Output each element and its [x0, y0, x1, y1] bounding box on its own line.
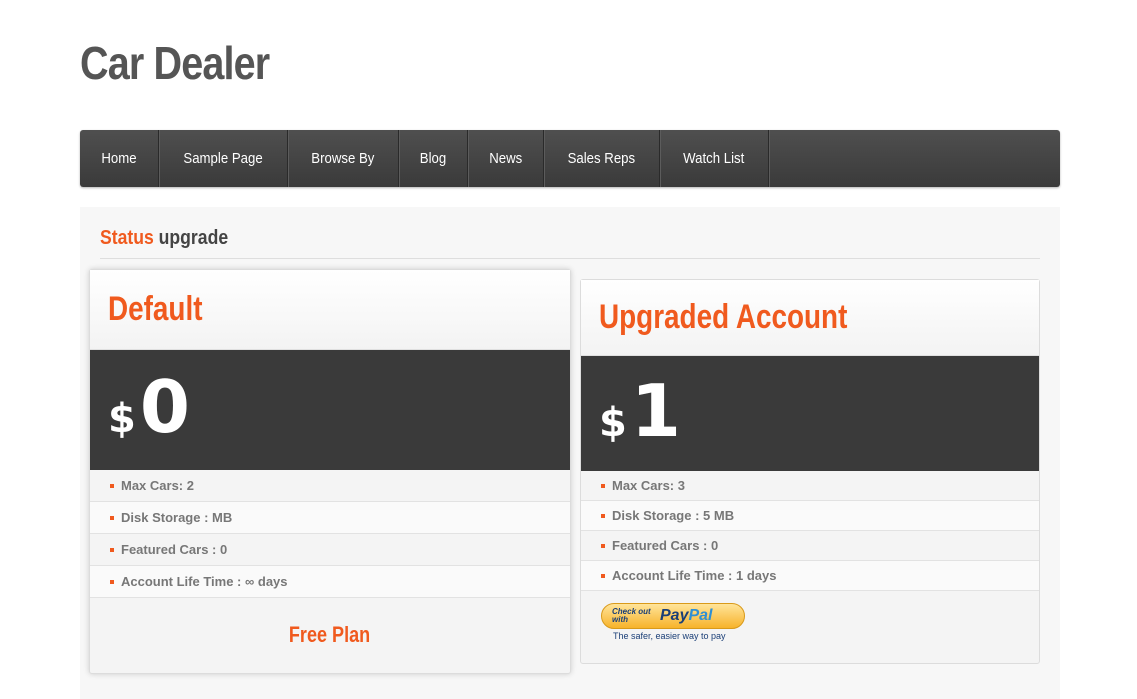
bullet-icon [601, 543, 605, 548]
plan-footer: Free Plan [90, 598, 570, 672]
nav-item-news[interactable]: News [468, 130, 545, 187]
plan-header: Default [90, 270, 570, 350]
site-title[interactable]: Car Dealer [80, 36, 270, 90]
paypal-checkout-button[interactable]: Check out with PayPal The safer, easier … [601, 603, 745, 641]
plan-header: Upgraded Account [581, 280, 1039, 356]
bullet-icon [110, 483, 114, 488]
feature-text: Account Life Time : ∞ days [121, 574, 288, 589]
feature-text: Account Life Time : 1 days [612, 568, 777, 583]
paypal-pill: Check out with PayPal [601, 603, 745, 629]
nav-item-label: Browse By [311, 150, 375, 167]
section-divider [100, 258, 1040, 259]
bullet-icon [110, 579, 114, 584]
feature-item: Account Life Time : 1 days [581, 561, 1039, 591]
nav-item-label: Sales Reps [567, 150, 636, 167]
paypal-logo-pay: Pay [660, 607, 689, 624]
nav-item-browse-by[interactable]: Browse By [288, 130, 399, 187]
paypal-checkout-text: Check out with [612, 607, 651, 624]
price-amount: 0 [139, 365, 190, 449]
nav-item-label: Watch List [683, 150, 745, 167]
plan-card-upgraded: Upgraded Account $ 1 Max Cars: 3 Disk St… [580, 279, 1040, 664]
bullet-icon [601, 573, 605, 578]
feature-text: Disk Storage : MB [121, 510, 233, 525]
feature-list: Max Cars: 2 Disk Storage : MB Featured C… [90, 470, 570, 598]
feature-text: Max Cars: 3 [612, 478, 685, 493]
free-plan-label: Free Plan [289, 622, 371, 647]
nav-item-blog[interactable]: Blog [399, 130, 468, 187]
feature-item: Disk Storage : MB [90, 502, 570, 534]
feature-text: Featured Cars : 0 [121, 542, 228, 557]
plan-price: $ 0 [90, 350, 570, 470]
paypal-logo-pal: Pal [688, 607, 713, 624]
plan-footer: Check out with PayPal The safer, easier … [581, 591, 1039, 661]
plan-price: $ 1 [581, 356, 1039, 471]
nav-item-label: Blog [419, 150, 447, 167]
feature-item: Max Cars: 3 [581, 471, 1039, 501]
main-navigation: Home Sample Page Browse By Blog News Sal… [80, 130, 1060, 187]
feature-item: Featured Cars : 0 [90, 534, 570, 566]
section-title: Status upgrade [100, 227, 246, 250]
nav-item-sample-page[interactable]: Sample Page [159, 130, 289, 187]
plan-name: Upgraded Account [599, 298, 848, 336]
nav-item-home[interactable]: Home [80, 130, 160, 187]
feature-text: Max Cars: 2 [121, 478, 194, 493]
nav-item-label: Home [101, 150, 137, 167]
bullet-icon [110, 547, 114, 552]
section-title-accent: Status [100, 227, 154, 249]
section-title-rest: upgrade [158, 227, 229, 249]
content-area: Status upgrade Default $ 0 Max Cars: 2 D… [80, 207, 1060, 699]
bullet-icon [601, 513, 605, 518]
paypal-logo: PayPal [660, 607, 712, 625]
currency-symbol: $ [599, 399, 627, 446]
feature-text: Featured Cars : 0 [612, 538, 719, 553]
bullet-icon [601, 483, 605, 488]
nav-item-label: Sample Page [183, 150, 263, 167]
nav-item-watch-list[interactable]: Watch List [660, 130, 769, 187]
bullet-icon [110, 515, 114, 520]
price-amount: 1 [630, 368, 681, 453]
nav-item-sales-reps[interactable]: Sales Reps [544, 130, 661, 187]
plan-card-default: Default $ 0 Max Cars: 2 Disk Storage : M… [89, 269, 571, 674]
plan-name: Default [108, 290, 203, 328]
feature-item: Disk Storage : 5 MB [581, 501, 1039, 531]
feature-text: Disk Storage : 5 MB [612, 508, 735, 523]
feature-item: Account Life Time : ∞ days [90, 566, 570, 598]
feature-item: Max Cars: 2 [90, 470, 570, 502]
paypal-tagline: The safer, easier way to pay [613, 631, 726, 641]
nav-item-label: News [489, 150, 523, 167]
feature-item: Featured Cars : 0 [581, 531, 1039, 561]
currency-symbol: $ [108, 396, 136, 442]
feature-list: Max Cars: 3 Disk Storage : 5 MB Featured… [581, 471, 1039, 591]
